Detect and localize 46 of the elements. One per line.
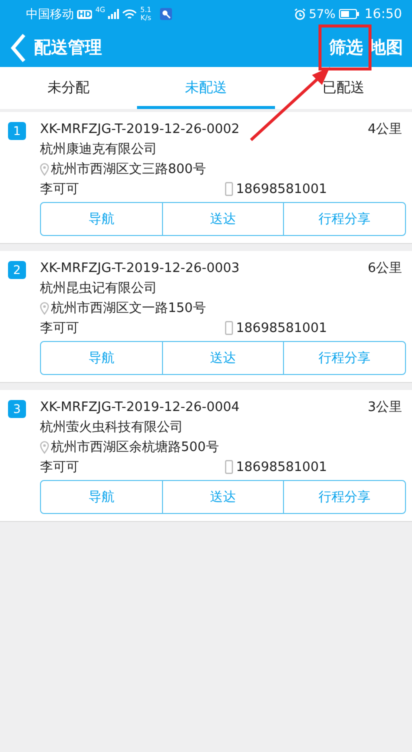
wifi-icon xyxy=(122,8,138,20)
distance: 6公里 xyxy=(368,260,402,277)
phone-icon xyxy=(225,182,233,196)
filter-button[interactable]: 筛选 xyxy=(326,32,366,63)
battery-percent: 57% xyxy=(308,7,336,21)
order-number-badge: 1 xyxy=(8,122,26,140)
app-icon xyxy=(160,8,172,20)
order-code: XK-MRFZJG-T-2019-12-26-0003 xyxy=(40,260,241,276)
carrier-name: 中国移动 xyxy=(26,6,74,22)
address: 杭州市西湖区文一路150号 xyxy=(51,300,206,317)
tab[interactable]: 未配送 xyxy=(137,67,275,109)
distance: 3公里 xyxy=(368,399,402,416)
location-icon xyxy=(40,440,49,454)
highlight-box xyxy=(318,24,372,70)
address: 杭州市西湖区文三路800号 xyxy=(51,161,206,178)
order-code: XK-MRFZJG-T-2019-12-26-0004 xyxy=(40,400,241,414)
share-trip-button[interactable]: 行程分享 xyxy=(283,481,406,513)
alarm-icon xyxy=(294,8,306,20)
back-icon[interactable] xyxy=(10,32,26,62)
clock-time: 16:50 xyxy=(364,6,402,22)
phone-icon xyxy=(225,460,233,474)
share-trip-button[interactable]: 行程分享 xyxy=(283,342,406,374)
order-number-badge: 3 xyxy=(8,400,26,418)
contact-name: 李可可 xyxy=(40,181,80,198)
phone-number: 18698581001 xyxy=(236,460,327,474)
order-number-badge: 2 xyxy=(8,261,26,279)
phone-icon xyxy=(225,321,233,335)
location-icon xyxy=(40,162,49,176)
phone-number: 18698581001 xyxy=(236,182,327,196)
address: 杭州市西湖区余杭塘路500号 xyxy=(51,439,219,456)
company-name: 杭州萤火虫科技有限公司 xyxy=(40,419,183,436)
tab[interactable]: 已配送 xyxy=(274,67,412,109)
tab[interactable]: 未分配 xyxy=(0,67,138,109)
location-icon xyxy=(40,302,49,314)
contact-name: 李可可 xyxy=(40,320,80,337)
phone-number: 18698581001 xyxy=(236,320,327,336)
company-name: 杭州昆虫记有限公司 xyxy=(40,280,157,297)
signal-icon xyxy=(108,9,120,19)
order-code: XK-MRFZJG-T-2019-12-26-0002 xyxy=(40,122,241,136)
battery-icon xyxy=(338,9,359,19)
page-title: 配送管理 xyxy=(34,37,103,59)
distance: 4公里 xyxy=(368,121,402,138)
company-name: 杭州康迪克有限公司 xyxy=(40,141,157,158)
share-trip-button[interactable]: 行程分享 xyxy=(283,203,406,235)
hd-badge: HD xyxy=(77,10,92,18)
contact-name: 李可可 xyxy=(40,459,80,476)
